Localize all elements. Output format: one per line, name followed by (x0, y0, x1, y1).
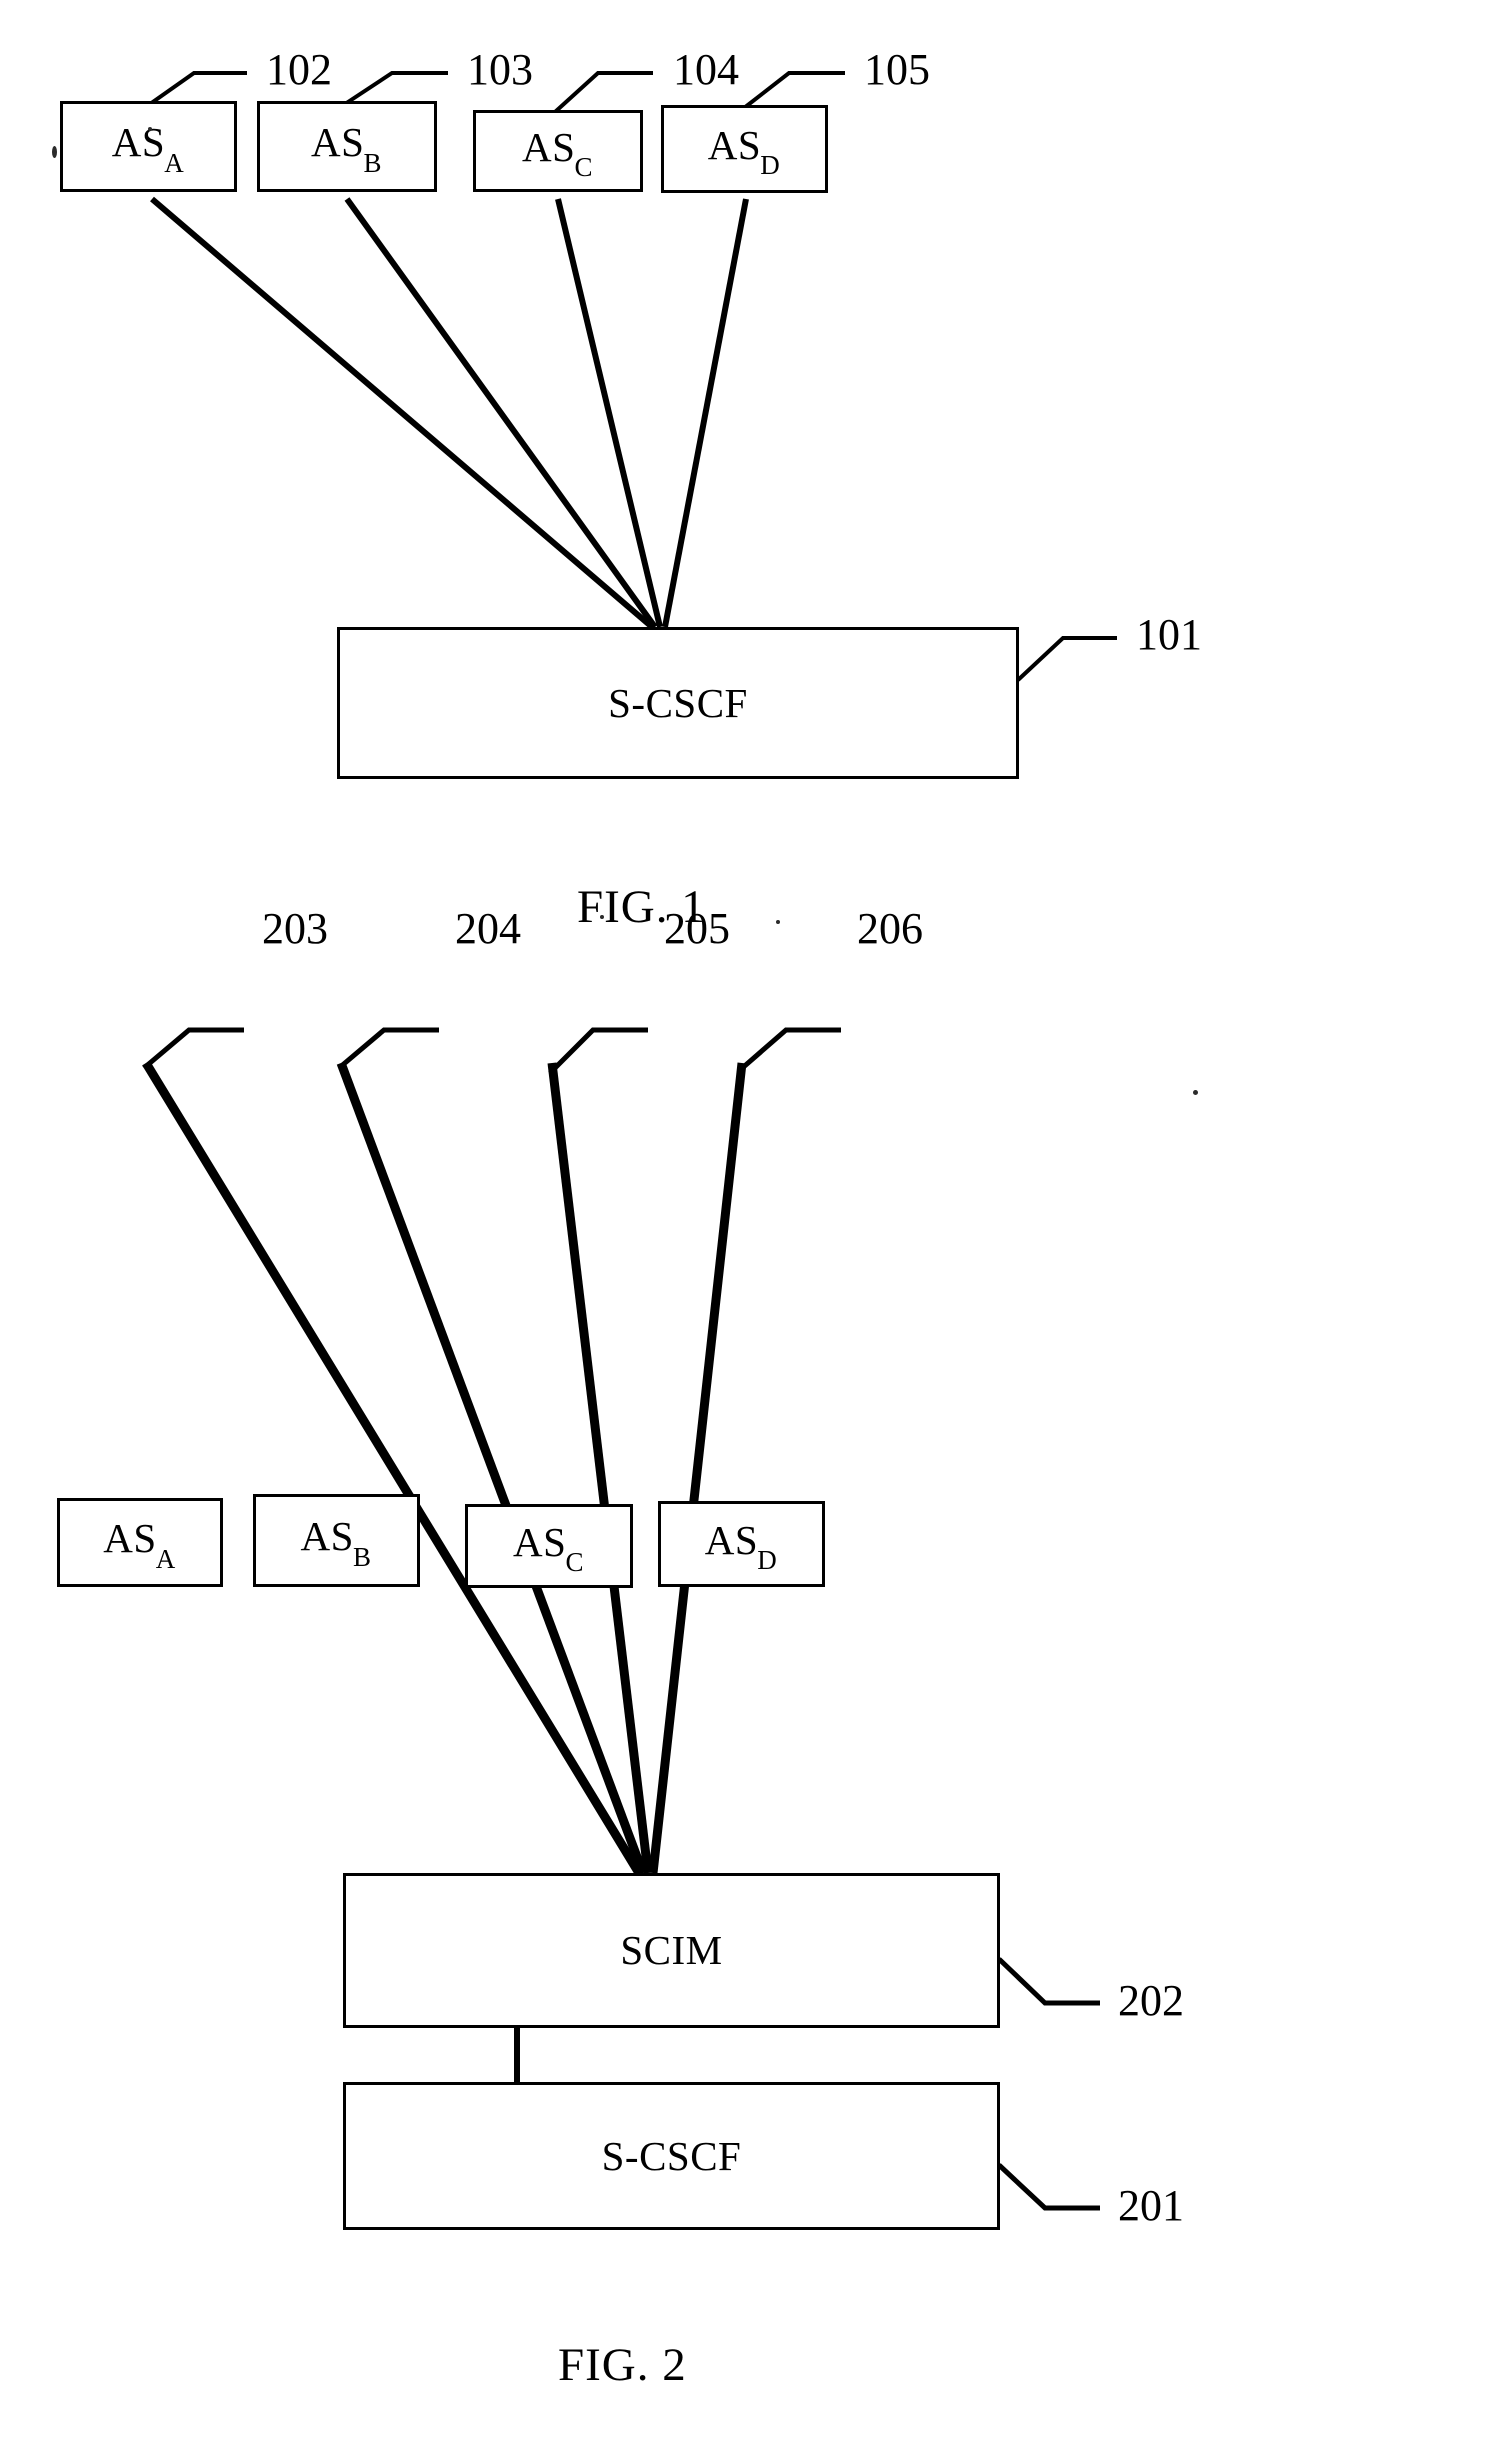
fig2-line-as-a (142, 1060, 643, 1876)
fig1-ref-101: 101 (1136, 610, 1202, 659)
fig2-leader-203 (142, 1027, 244, 1070)
fig2-node-as-c-label: ASC (513, 1518, 584, 1578)
fig2-ref-205: 205 (664, 904, 730, 953)
patent-drawing-sheet: ASA ASB ASC ASD S-CSCF 102 103 104 105 1… (0, 0, 1502, 2443)
fig1-leader-103 (343, 71, 448, 106)
fig1-node-as-b-label: ASB (311, 119, 382, 178)
fig2-ref-202: 202 (1118, 1976, 1184, 2025)
fig2-ref-206: 206 (857, 904, 923, 953)
fig2-node-as-a: ASA (57, 1498, 223, 1587)
fig2-node-as-c: ASC (465, 1504, 633, 1588)
fig1-line-as-d (662, 198, 749, 628)
fig2-node-scim-label: SCIM (620, 1927, 723, 1973)
fig2-line-as-b (336, 1061, 648, 1875)
fig1-node-s-cscf: S-CSCF (337, 627, 1019, 779)
fig2-leader-202 (997, 1957, 1100, 2006)
scan-speck-3 (1193, 1090, 1198, 1095)
fig2-line-as-c (547, 1062, 653, 1874)
fig2-ref-204: 204 (455, 904, 521, 953)
fig2-node-as-d-label: ASD (704, 1516, 778, 1576)
fig1-node-as-d: ASD (661, 105, 828, 193)
fig1-node-as-d-label: ASD (707, 121, 781, 181)
fig2-leader-204 (337, 1027, 439, 1070)
fig1-spoke-lines (150, 196, 749, 630)
scan-speck-5 (600, 915, 604, 919)
scan-speck-4 (776, 920, 780, 924)
fig2-leader-lines (142, 1027, 1100, 2211)
fig1-line-as-b (344, 197, 658, 629)
fig2-node-as-b: ASB (253, 1494, 420, 1587)
fig1-ref-104: 104 (673, 45, 739, 94)
fig2-line-as-d (648, 1062, 747, 1874)
fig1-node-s-cscf-label: S-CSCF (608, 679, 748, 726)
fig2-node-as-b-label: ASB (300, 1513, 372, 1572)
fig1-line-as-a (150, 196, 654, 630)
fig2-ref-203: 203 (262, 904, 328, 953)
scan-speck-1 (52, 146, 57, 158)
fig2-node-s-cscf: S-CSCF (343, 2082, 1000, 2230)
fig2-node-as-a-label: ASA (103, 1515, 176, 1574)
fig1-leader-104 (553, 71, 653, 114)
fig2-leader-205 (548, 1027, 648, 1075)
fig1-ref-102: 102 (266, 45, 332, 94)
fig2-leader-201 (997, 2163, 1100, 2211)
fig2-node-as-d: ASD (658, 1501, 825, 1587)
fig1-ref-103: 103 (467, 45, 533, 94)
fig2-ref-201: 201 (1118, 2181, 1184, 2230)
fig2-spoke-lines (142, 1060, 747, 1876)
fig1-leader-101 (1016, 636, 1117, 682)
scan-speck-2 (148, 127, 152, 131)
fig1-node-as-a: ASA (60, 101, 237, 192)
fig2-leader-206 (738, 1027, 841, 1072)
fig1-node-as-c-label: ASC (522, 123, 593, 183)
fig2-node-scim: SCIM (343, 1873, 1000, 2028)
fig1-ref-105: 105 (864, 45, 930, 94)
fig1-node-as-c: ASC (473, 110, 643, 192)
connector-lines-layer (142, 71, 1117, 2211)
fig1-leader-105 (742, 71, 845, 110)
fig1-line-as-c (555, 198, 663, 628)
fig2-caption: FIG. 2 (558, 2339, 687, 2391)
fig1-leader-102 (148, 71, 247, 106)
fig2-node-s-cscf-label: S-CSCF (601, 2132, 742, 2179)
fig1-node-as-b: ASB (257, 101, 437, 192)
